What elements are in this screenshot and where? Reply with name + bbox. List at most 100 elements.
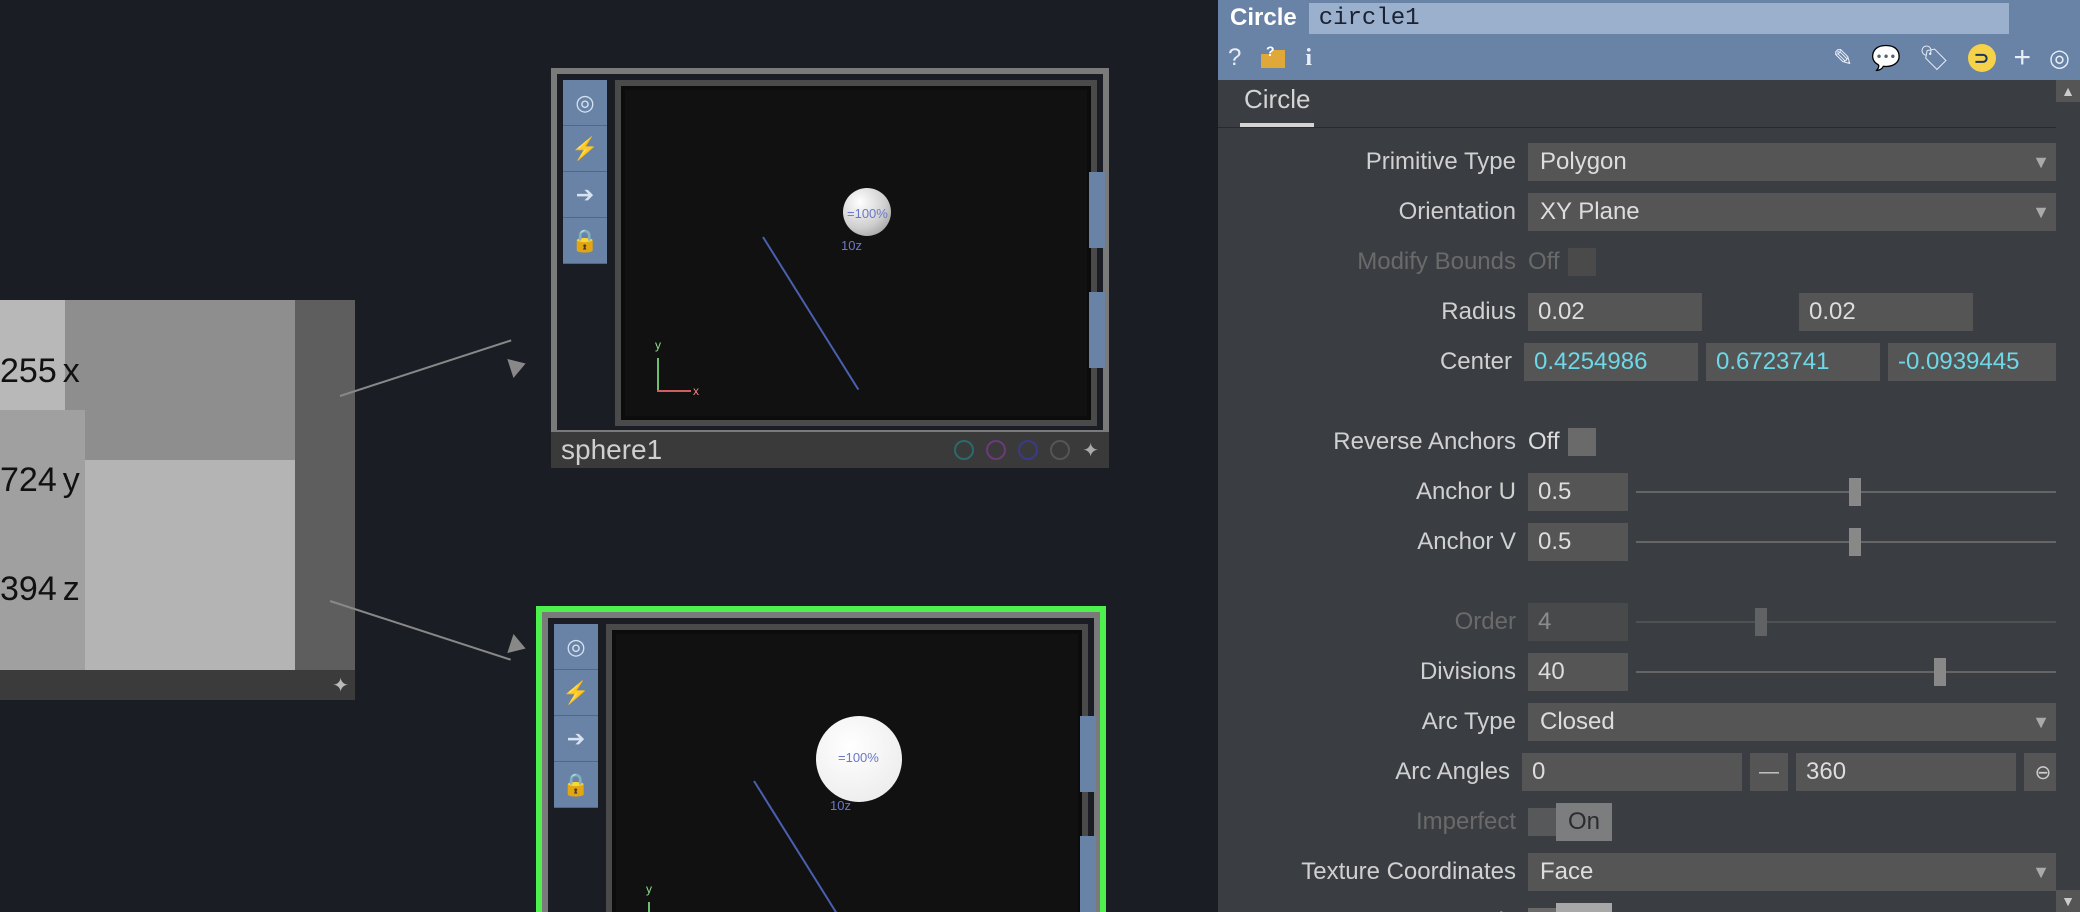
reverse-anchors-toggle[interactable]: Off xyxy=(1528,423,1596,461)
node-output-handle[interactable] xyxy=(1080,716,1096,792)
comment-icon[interactable]: 💬 xyxy=(1871,44,1901,73)
node-output-handle[interactable] xyxy=(1080,836,1096,912)
viewport-overlay-text: 10z xyxy=(830,798,851,813)
node-output-handle[interactable] xyxy=(1089,292,1105,368)
radius-y-input[interactable]: 0.02 xyxy=(1799,293,1973,331)
info-icon[interactable]: i xyxy=(1305,45,1312,72)
operator-name-input[interactable]: circle1 xyxy=(1309,3,2009,34)
node-view-toolbar: ◎ ⚡ ➔ 🔒 xyxy=(554,624,598,808)
node-star-icon[interactable]: ✦ xyxy=(1082,438,1099,463)
xyz-source-node[interactable]: 255 x 724 y 394 z ✦ xyxy=(0,300,355,680)
parameter-panel: Circle circle1 ? ? i ✎ 💬 🏷 ⊃ + ◎ Circle … xyxy=(1218,0,2080,912)
orientation-label: Orientation xyxy=(1218,198,1528,226)
anchor-u-slider[interactable] xyxy=(1636,473,2062,511)
lightning-icon[interactable]: ⚡ xyxy=(563,126,607,172)
center-label: Center xyxy=(1218,348,1524,376)
order-slider xyxy=(1636,603,2062,641)
view-mode-icon[interactable]: ◎ xyxy=(563,80,607,126)
anchor-v-label: Anchor V xyxy=(1218,528,1528,556)
orientation-dropdown[interactable]: XY Plane ▼ xyxy=(1528,193,2062,231)
scroll-down-icon[interactable]: ▼ xyxy=(2056,890,2080,912)
modify-bounds-label: Modify Bounds xyxy=(1218,248,1528,276)
flag-dot-icon[interactable] xyxy=(986,440,1006,460)
circle1-node[interactable]: ◎ ⚡ ➔ 🔒 =100% 10z yx xyxy=(536,606,1106,912)
node-view-toolbar: ◎ ⚡ ➔ 🔒 xyxy=(563,80,607,264)
panel-toolbar: ? ? i ✎ 💬 🏷 ⊃ + ◎ xyxy=(1218,36,2080,80)
modify-bounds-toggle: Off xyxy=(1528,243,1596,281)
sphere1-node[interactable]: ◎ ⚡ ➔ 🔒 =100% 10z yx xyxy=(545,62,1115,442)
node-name-label[interactable]: sphere1 xyxy=(561,434,662,466)
help-folder-icon[interactable]: ? xyxy=(1259,46,1287,70)
flag-dot-icon[interactable] xyxy=(1018,440,1038,460)
node-graph-canvas[interactable]: 255 x 724 y 394 z ✦ ◎ xyxy=(0,0,1218,912)
radius-x-input[interactable]: 0.02 xyxy=(1528,293,1702,331)
order-input: 4 xyxy=(1528,603,1628,641)
arc-type-dropdown[interactable]: Closed ▼ xyxy=(1528,703,2062,741)
node-output-handle[interactable] xyxy=(1089,172,1105,248)
view-mode-icon[interactable]: ◎ xyxy=(554,624,598,670)
node-viewport[interactable]: =100% 10z yx xyxy=(615,80,1097,426)
order-label: Order xyxy=(1218,608,1528,636)
arrow-right-icon[interactable]: ➔ xyxy=(563,172,607,218)
target-icon[interactable]: ◎ xyxy=(2049,44,2070,73)
compute-normals-toggle[interactable]: On xyxy=(1528,903,1612,912)
chevron-down-icon: ▼ xyxy=(2032,862,2050,883)
orientation-value: XY Plane xyxy=(1540,198,1640,226)
wire xyxy=(330,600,511,661)
add-icon[interactable]: + xyxy=(2014,41,2032,75)
arrow-right-icon[interactable]: ➔ xyxy=(554,716,598,762)
lock-icon[interactable]: 🔒 xyxy=(563,218,607,264)
center-x-input[interactable]: 0.4254986 xyxy=(1524,343,1698,381)
viewport-overlay-text: =100% xyxy=(847,206,888,221)
x-value-row: 255 x xyxy=(0,352,80,391)
imperfect-toggle: On xyxy=(1528,803,1612,841)
panel-scrollbar[interactable]: ▲ ▼ xyxy=(2056,80,2080,912)
arc-angle-start-input[interactable]: 0 xyxy=(1522,753,1742,791)
primitive-type-dropdown[interactable]: Polygon ▼ xyxy=(1528,143,2062,181)
flag-dot-icon[interactable] xyxy=(1050,440,1070,460)
scroll-up-icon[interactable]: ▲ xyxy=(2056,80,2080,102)
viewport-overlay-text: 10z xyxy=(841,238,862,253)
tag-icon[interactable]: 🏷 xyxy=(1919,44,1949,73)
python-icon[interactable]: ⊃ xyxy=(1968,44,1996,72)
anchor-u-input[interactable]: 0.5 xyxy=(1528,473,1628,511)
y-value: 724 xyxy=(0,461,57,500)
z-axis-label: z xyxy=(63,570,80,609)
divisions-slider[interactable] xyxy=(1636,653,2062,691)
x-value: 255 xyxy=(0,352,57,391)
arc-angle-end-input[interactable]: 360 xyxy=(1796,753,2016,791)
reverse-anchors-label: Reverse Anchors xyxy=(1218,428,1528,456)
arc-lock-button[interactable]: — xyxy=(1750,753,1788,791)
node-viewport[interactable]: =100% 10z yx xyxy=(606,624,1088,912)
z-value-row: 394 z xyxy=(0,570,80,609)
tab-circle[interactable]: Circle xyxy=(1240,76,1314,127)
params-list: Primitive Type Polygon ▼ Orientation XY … xyxy=(1218,128,2080,912)
chevron-down-icon: ▼ xyxy=(2032,202,2050,223)
anchor-v-slider[interactable] xyxy=(1636,523,2062,561)
arc-type-value: Closed xyxy=(1540,708,1615,736)
primitive-type-value: Polygon xyxy=(1540,148,1627,176)
viewport-overlay-text: =100% xyxy=(838,750,879,765)
anchor-v-input[interactable]: 0.5 xyxy=(1528,523,1628,561)
edit-icon[interactable]: ✎ xyxy=(1833,44,1853,73)
x-axis-label: x xyxy=(63,352,80,391)
wire-arrow-icon xyxy=(507,634,528,658)
operator-type-label: Circle xyxy=(1230,4,1297,32)
arc-type-label: Arc Type xyxy=(1218,708,1528,736)
center-z-input[interactable]: -0.0939445 xyxy=(1888,343,2062,381)
divisions-label: Divisions xyxy=(1218,658,1528,686)
lock-icon[interactable]: 🔒 xyxy=(554,762,598,808)
node-star-icon[interactable]: ✦ xyxy=(332,673,349,698)
y-value-row: 724 y xyxy=(0,461,80,500)
center-y-input[interactable]: 0.6723741 xyxy=(1706,343,1880,381)
flag-dot-icon[interactable] xyxy=(954,440,974,460)
chevron-down-icon: ▼ xyxy=(2032,712,2050,733)
chevron-down-icon: ▼ xyxy=(2032,152,2050,173)
tex-coords-dropdown[interactable]: Face ▼ xyxy=(1528,853,2062,891)
lightning-icon[interactable]: ⚡ xyxy=(554,670,598,716)
help-icon[interactable]: ? xyxy=(1228,44,1241,72)
axis-gizmo: yx xyxy=(648,896,688,912)
divisions-input[interactable]: 40 xyxy=(1528,653,1628,691)
z-value: 394 xyxy=(0,570,57,609)
primitive-type-label: Primitive Type xyxy=(1218,148,1528,176)
